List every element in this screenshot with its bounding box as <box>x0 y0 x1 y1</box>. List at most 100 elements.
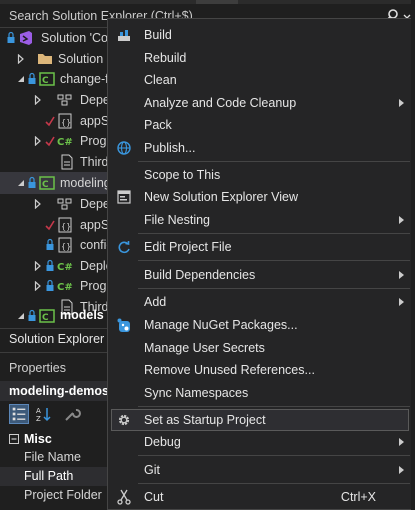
menu-item-label: Sync Namespaces <box>144 386 249 400</box>
new-view-icon <box>117 190 131 204</box>
menu-item-manage-nuget[interactable]: Manage NuGet Packages... <box>111 314 409 336</box>
menu-item-build-dependencies[interactable]: Build Dependencies <box>111 264 409 286</box>
submenu-arrow-icon <box>399 271 404 279</box>
publish-globe-icon <box>117 141 131 155</box>
menu-item-debug[interactable]: Debug <box>111 431 409 453</box>
tree-item-deploy[interactable]: C# Deplo <box>0 255 112 277</box>
menu-item-publish[interactable]: Publish... <box>111 137 409 159</box>
json-file-icon: {} <box>58 113 72 129</box>
solution-explorer-tabbar: Solution Explorer <box>0 328 112 350</box>
csharp-project-icon: C <box>39 176 55 190</box>
dependencies-icon <box>57 94 72 106</box>
menu-item-label: Manage User Secrets <box>144 341 265 355</box>
property-row-full-path[interactable]: Full Path <box>0 467 112 486</box>
tree-item-project-models[interactable]: C models <box>0 306 112 326</box>
lock-icon <box>46 238 54 250</box>
menu-item-add[interactable]: Add <box>111 291 409 313</box>
menu-item-sync-namespaces[interactable]: Sync Namespaces <box>111 382 409 404</box>
panel-top-strip <box>0 0 415 4</box>
csharp-file-icon: C# <box>57 137 73 148</box>
scrollbar[interactable] <box>411 0 415 510</box>
properties-toolbar: A Z <box>0 401 112 427</box>
property-name: Project Folder <box>24 488 102 502</box>
tree-item-solution-folder[interactable]: Solution <box>0 48 112 70</box>
tab-solution-explorer[interactable]: Solution Explorer <box>0 329 107 350</box>
expand-arrow-icon[interactable] <box>17 54 25 64</box>
lock-icon <box>28 72 36 84</box>
tree-item-solution[interactable]: Solution 'Co <box>0 27 112 49</box>
menu-item-git[interactable]: Git <box>111 459 409 481</box>
collapse-arrow-icon[interactable] <box>17 311 25 321</box>
csharp-file-icon: C# <box>57 262 73 273</box>
svg-text:{}: {} <box>61 242 71 251</box>
properties-panel: Properties modeling-demos A Z Misc File … <box>0 352 112 510</box>
checkmark-icon <box>45 136 55 147</box>
tree-item-project-change-feed[interactable]: C change-f <box>0 68 112 90</box>
lock-icon <box>46 259 54 271</box>
expand-arrow-icon[interactable] <box>34 281 42 291</box>
menu-item-label: Set as Startup Project <box>144 413 266 427</box>
menu-item-label: Remove Unused References... <box>144 363 315 377</box>
menu-item-label: File Nesting <box>144 213 210 227</box>
property-row-file-name[interactable]: File Name <box>0 448 112 467</box>
expand-arrow-icon[interactable] <box>34 95 42 105</box>
tab-label: Solution Explorer <box>9 332 105 346</box>
menu-item-analyze-code-cleanup[interactable]: Analyze and Code Cleanup <box>111 92 409 114</box>
tree-item-appsettings[interactable]: {} appSe <box>0 214 112 236</box>
svg-text:C#: C# <box>57 282 73 293</box>
svg-text:Z: Z <box>36 415 41 423</box>
menu-item-build[interactable]: Build <box>111 24 409 46</box>
tree-item-config[interactable]: {} config <box>0 234 112 256</box>
menu-item-remove-unused-references[interactable]: Remove Unused References... <box>111 359 409 381</box>
submenu-arrow-icon <box>399 438 404 446</box>
tree-item-label: Depe <box>80 197 110 211</box>
menu-item-scope-to-this[interactable]: Scope to This <box>111 164 409 186</box>
alphabetical-icon[interactable]: A Z <box>34 404 54 424</box>
menu-separator <box>138 260 410 261</box>
menu-item-file-nesting[interactable]: File Nesting <box>111 209 409 231</box>
collapse-icon[interactable] <box>9 434 19 444</box>
menu-item-new-solution-explorer-view[interactable]: New Solution Explorer View <box>111 186 409 208</box>
svg-text:C: C <box>42 180 49 190</box>
build-icon <box>118 30 130 41</box>
tree-item-label: Progr <box>80 279 111 293</box>
lock-icon <box>28 176 36 188</box>
properties-object-name: modeling-demos <box>9 384 110 398</box>
menu-item-pack[interactable]: Pack <box>111 114 409 136</box>
menu-item-clean[interactable]: Clean <box>111 69 409 91</box>
properties-object-selector[interactable]: modeling-demos <box>0 381 112 401</box>
submenu-arrow-icon <box>399 216 404 224</box>
expand-arrow-icon[interactable] <box>34 136 42 146</box>
expand-arrow-icon[interactable] <box>34 199 42 209</box>
tree-item-thirdparty[interactable]: Thirdl <box>0 151 112 173</box>
expand-arrow-icon[interactable] <box>34 261 42 271</box>
collapse-arrow-icon[interactable] <box>17 178 25 188</box>
menu-item-label: Debug <box>144 435 181 449</box>
tree-item-dependencies[interactable]: Depe <box>0 193 112 215</box>
tree-item-label: models <box>60 308 104 322</box>
properties-category-misc[interactable]: Misc <box>0 430 112 448</box>
context-menu: Build Rebuild Clean Analyze and Code Cle… <box>107 18 413 510</box>
menu-item-shortcut: Ctrl+X <box>340 490 376 504</box>
categorized-icon[interactable] <box>9 404 29 424</box>
menu-item-label: Git <box>144 463 160 477</box>
menu-item-rebuild[interactable]: Rebuild <box>111 47 409 69</box>
collapse-arrow-icon[interactable] <box>17 74 25 84</box>
properties-title: Properties <box>9 361 66 375</box>
menu-item-label: Analyze and Code Cleanup <box>144 96 297 110</box>
tree-item-program[interactable]: C# Progr <box>0 130 112 152</box>
tree-item-project-modeling[interactable]: C modeling <box>0 172 112 194</box>
lock-icon <box>28 309 36 321</box>
property-row-project-folder[interactable]: Project Folder <box>0 486 112 505</box>
property-pages-icon[interactable] <box>62 404 82 424</box>
tree-item-label: change-f <box>60 72 109 86</box>
tree-item-dependencies[interactable]: Depe <box>0 89 112 111</box>
tree-item-appsettings[interactable]: {} appSe <box>0 110 112 132</box>
edit-project-icon <box>118 241 130 254</box>
menu-item-cut[interactable]: Cut Ctrl+X <box>111 486 409 508</box>
menu-item-edit-project-file[interactable]: Edit Project File <box>111 236 409 258</box>
tree-item-program[interactable]: C# Progr <box>0 275 112 297</box>
tree-item-label: modeling <box>60 176 111 190</box>
menu-item-set-as-startup-project[interactable]: Set as Startup Project <box>111 409 409 431</box>
menu-item-manage-user-secrets[interactable]: Manage User Secrets <box>111 337 409 359</box>
